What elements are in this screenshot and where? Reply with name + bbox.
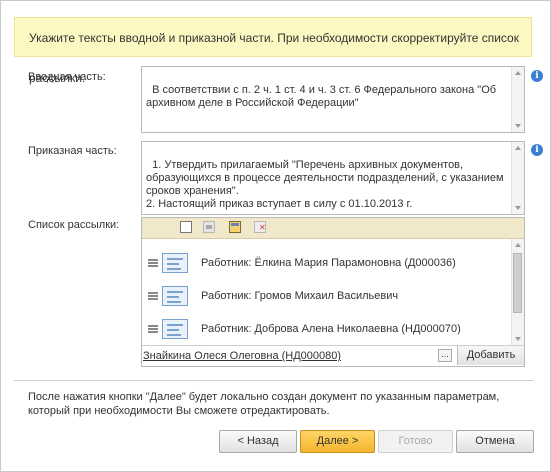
intro-label: Вводная часть: — [28, 71, 106, 83]
instruction-banner: Укажите тексты вводной и приказной части… — [14, 17, 532, 85]
mailing-label: Список рассылки: — [28, 219, 120, 231]
choose-person-button[interactable]: ... — [438, 349, 452, 362]
order-text: 1. Утвердить прилагаемый "Перечень архив… — [146, 159, 504, 210]
mailing-toolbar — [142, 218, 524, 239]
done-button[interactable]: Готово — [378, 430, 453, 453]
intro-textarea[interactable]: В соответствии с п. 2 ч. 1 ст. 4 и ч. 3 … — [141, 66, 525, 133]
order-textarea[interactable]: 1. Утвердить прилагаемый "Перечень архив… — [141, 141, 525, 215]
intro-scrollbar[interactable] — [511, 67, 524, 132]
mailing-list: Работник: Ёлкина Мария Парамоновна (Д000… — [141, 217, 525, 367]
order-scrollbar[interactable] — [511, 142, 524, 214]
employee-card-icon — [162, 319, 188, 339]
employee-card-icon — [162, 253, 188, 273]
list-item-label: Работник: Громов Михаил Васильевич — [201, 290, 399, 302]
selected-person-link[interactable]: Знайкина Олеся Олеговна (НД000080) — [143, 350, 341, 362]
info-icon[interactable]: i — [531, 144, 543, 156]
list-item-label: Работник: Доброва Алена Николаевна (НД00… — [201, 323, 461, 335]
delete-icon[interactable] — [254, 221, 266, 233]
cancel-button[interactable]: Отмена — [456, 430, 534, 453]
add-button[interactable]: Добавить — [457, 346, 524, 365]
divider — [14, 380, 534, 381]
image-icon[interactable] — [203, 221, 215, 233]
order-label: Приказная часть: — [28, 145, 117, 157]
back-button[interactable]: < Назад — [219, 430, 297, 453]
drag-handle-icon[interactable] — [148, 259, 158, 267]
intro-text: В соответствии с п. 2 ч. 1 ст. 4 и ч. 3 … — [146, 84, 500, 109]
mailing-items: Работник: Ёлкина Мария Парамоновна (Д000… — [142, 239, 512, 345]
list-item-label: Работник: Ёлкина Мария Парамоновна (Д000… — [201, 257, 456, 269]
mailing-scrollbar[interactable] — [511, 239, 524, 345]
scrollbar-thumb[interactable] — [513, 253, 522, 313]
mailing-footer: Знайкина Олеся Олеговна (НД000080) ... Д… — [142, 345, 524, 366]
info-icon[interactable]: i — [531, 70, 543, 82]
drag-handle-icon[interactable] — [148, 292, 158, 300]
address-book-icon[interactable] — [229, 221, 241, 233]
select-all-checkbox[interactable] — [180, 221, 192, 233]
drag-handle-icon[interactable] — [148, 325, 158, 333]
footer-note: После нажатия кнопки "Далее" будет локал… — [28, 391, 500, 417]
next-button[interactable]: Далее > — [300, 430, 375, 453]
employee-card-icon — [162, 286, 188, 306]
